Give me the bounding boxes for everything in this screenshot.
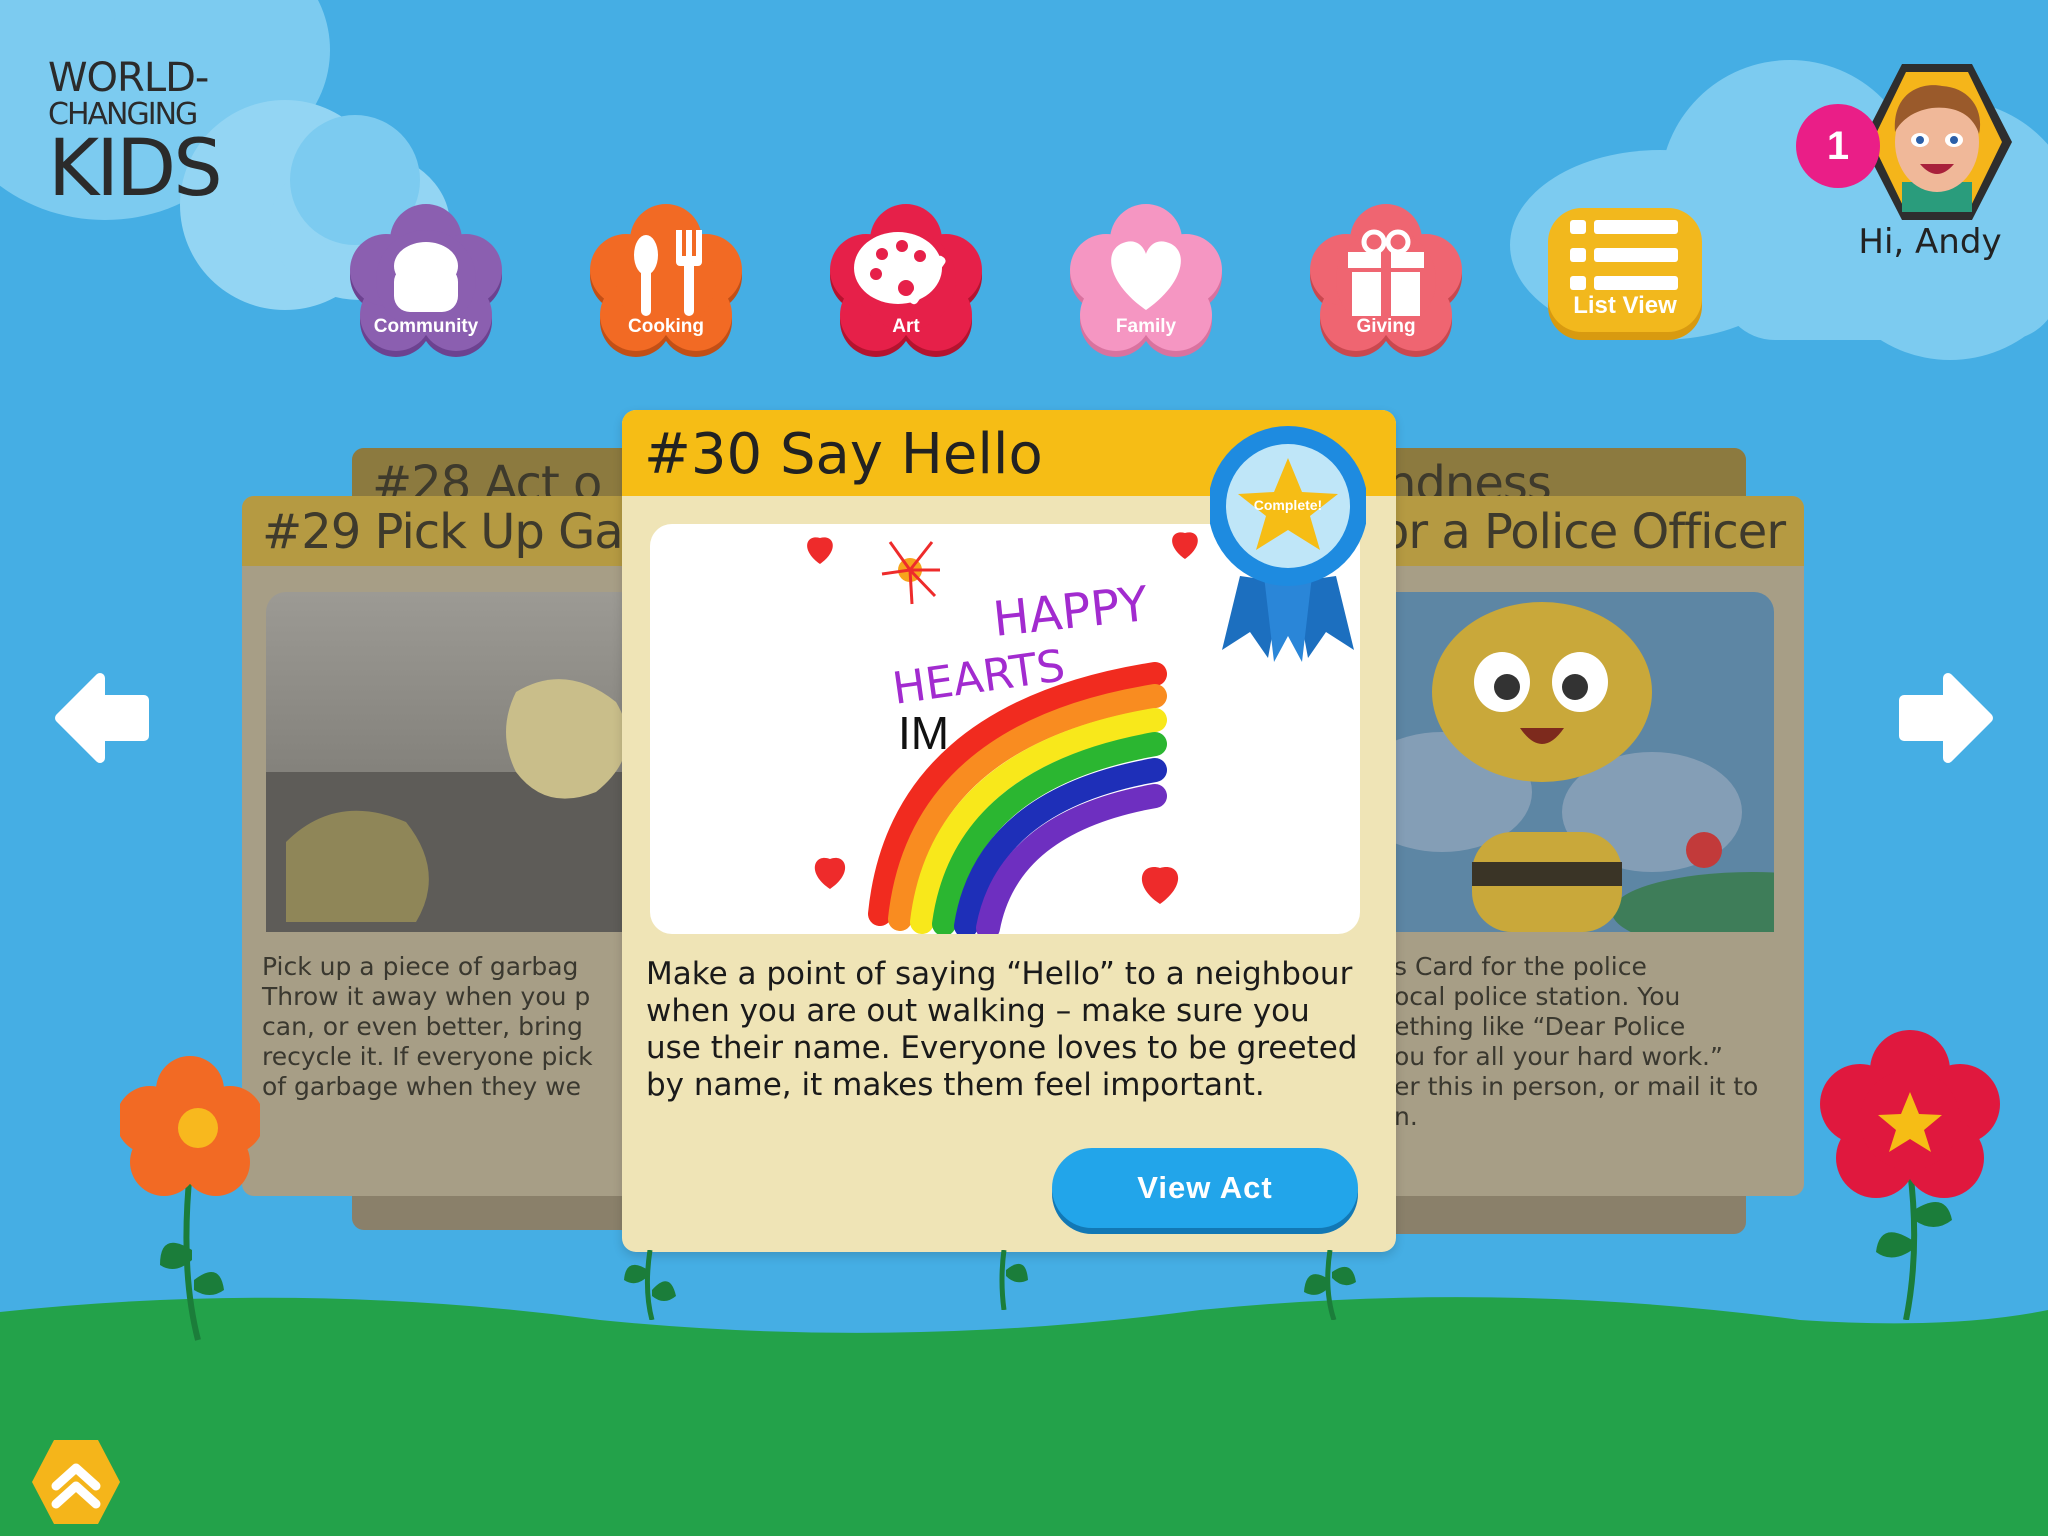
- user-greeting: Hi, Andy: [1858, 222, 2002, 262]
- grass-ground: [0, 1297, 2048, 1536]
- category-label: Art: [892, 316, 920, 337]
- card-description: s Card for the police ocal police statio…: [1394, 952, 1759, 1131]
- view-act-button[interactable]: View Act: [1052, 1148, 1358, 1228]
- app-logo: WORLD- CHANGING KIDS: [48, 55, 223, 218]
- category-art-button[interactable]: Art: [826, 200, 986, 360]
- arrow-right-icon: [1899, 673, 1993, 763]
- category-label: Family: [1115, 316, 1177, 337]
- arrow-left-icon: [55, 673, 149, 763]
- list-icon: [1570, 220, 1678, 290]
- drawing-text: IM: [898, 707, 949, 759]
- category-label: Cooking: [628, 316, 704, 337]
- people-icon: [394, 242, 458, 312]
- card-title: #29 Pick Up Gar: [262, 504, 642, 560]
- category-label: Community: [373, 316, 479, 337]
- list-view-label: List View: [1573, 292, 1677, 319]
- logo-line-3: KIDS: [48, 124, 223, 214]
- notification-badge[interactable]: 1: [1796, 104, 1880, 188]
- drawing-text: HAPPY: [990, 576, 1151, 648]
- avatar[interactable]: [1862, 62, 2012, 222]
- stem-icon: [624, 1250, 676, 1320]
- card-description: Pick up a piece of garbag Throw it away …: [262, 952, 593, 1101]
- category-cooking-button[interactable]: Cooking: [586, 200, 746, 360]
- card-title: or a Police Officer: [1380, 504, 1786, 560]
- act-description: Make a point of saying “Hello” to a neig…: [646, 956, 1358, 1103]
- carousel-card-right[interactable]: or a Police Officer s Card for the polic…: [1352, 496, 1804, 1196]
- previous-arrow-button[interactable]: [52, 668, 152, 768]
- double-chevron-up-icon: [32, 1440, 120, 1524]
- stem-icon: [1304, 1250, 1356, 1320]
- category-label: Giving: [1356, 316, 1416, 337]
- red-star-flower-icon: [1820, 1030, 2000, 1320]
- next-arrow-button[interactable]: [1896, 668, 1996, 768]
- category-community-button[interactable]: Community: [346, 200, 506, 360]
- scroll-top-button[interactable]: [30, 1436, 122, 1528]
- card-title: #30 Say Hello: [644, 422, 1043, 487]
- complete-ribbon-icon: Complete!: [1208, 426, 1368, 662]
- orange-flower-icon: [120, 1056, 260, 1341]
- category-giving-button[interactable]: Giving: [1306, 200, 1466, 360]
- list-view-button[interactable]: List View: [1548, 208, 1702, 332]
- complete-label: Complete!: [1254, 497, 1322, 513]
- logo-line-1: WORLD-: [48, 55, 209, 101]
- bee-illustration: [1352, 592, 1774, 932]
- category-family-button[interactable]: Family: [1066, 200, 1226, 360]
- stem-icon: [999, 1250, 1028, 1310]
- carousel-card-left[interactable]: #29 Pick Up Gar Pick up a piece of garba…: [242, 496, 662, 1196]
- card-photo: [266, 592, 662, 932]
